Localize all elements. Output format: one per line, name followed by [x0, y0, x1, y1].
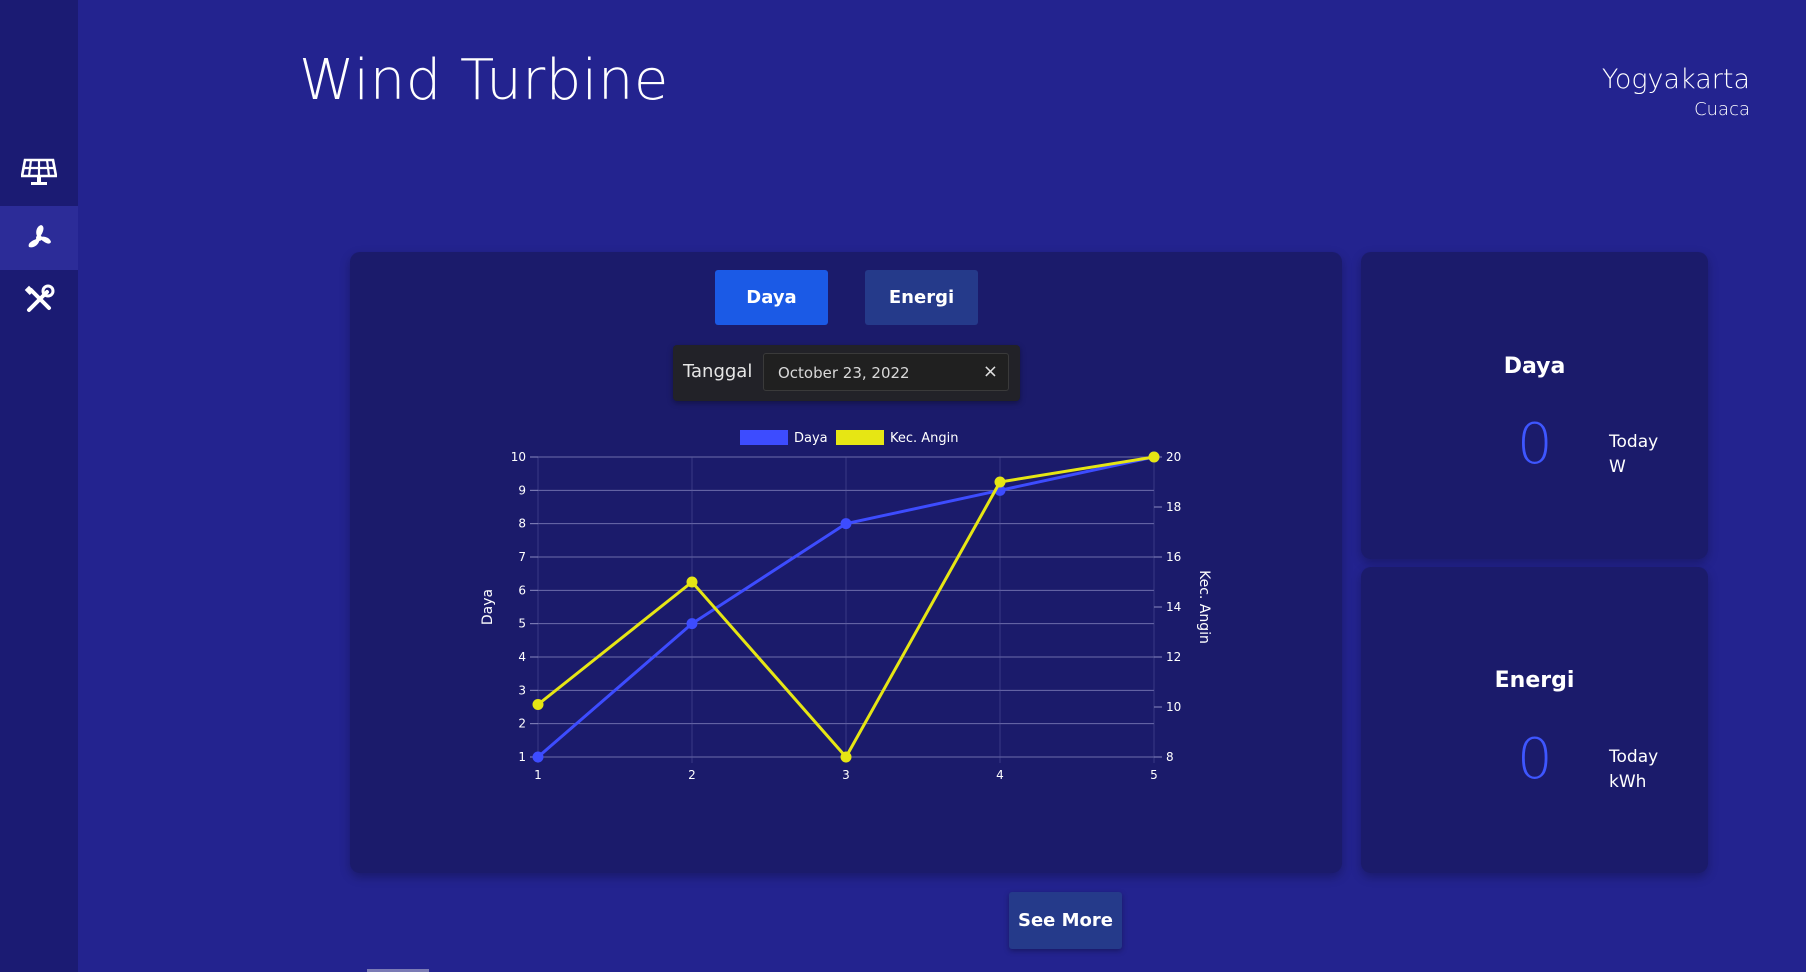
line-chart: Daya Kec. Angin 12345678910 8101214161820… — [480, 430, 1212, 782]
tab-energi[interactable]: Energi — [865, 270, 978, 325]
x-tick-label: 5 — [1150, 768, 1158, 782]
data-point — [532, 751, 544, 763]
location-city: Yogyakarta — [1601, 64, 1750, 95]
tools-icon — [24, 284, 55, 312]
y2-tick-label: 20 — [1166, 450, 1181, 464]
weather-label: Cuaca — [1694, 99, 1750, 120]
y-tick-label: 2 — [518, 717, 526, 731]
page-title: Wind Turbine — [299, 48, 669, 113]
y2-axis-label: Kec. Angin — [1196, 570, 1212, 644]
x-tick-label: 4 — [996, 768, 1004, 782]
data-point — [840, 751, 852, 763]
y2-tick-label: 12 — [1166, 650, 1181, 664]
x-tick-label: 1 — [534, 768, 542, 782]
y-tick-label: 10 — [511, 450, 526, 464]
y2-tick-label: 18 — [1166, 500, 1181, 514]
sidebar-item-solar[interactable] — [0, 140, 78, 204]
y-tick-label: 7 — [518, 550, 526, 564]
energi-value: 0 — [1517, 727, 1553, 792]
y-axis-label: Daya — [480, 589, 496, 625]
y-axis-left: 1 2 3 4 5 6 7 8 9 10 — [511, 450, 538, 764]
y2-tick-label: 10 — [1166, 700, 1181, 714]
data-point — [840, 518, 852, 530]
daya-period: Today — [1609, 432, 1659, 452]
daya-card-title: Daya — [1503, 354, 1566, 379]
location-block: Yogyakarta Cuaca — [1602, 64, 1750, 120]
daya-card: Daya 0 Today W — [1361, 252, 1708, 559]
data-point — [686, 576, 698, 588]
sidebar — [0, 0, 78, 972]
date-filter: Tanggal October 23, 2022 × — [673, 345, 1020, 401]
daya-unit: Today W — [1609, 430, 1658, 480]
date-value: October 23, 2022 — [778, 364, 910, 382]
legend-label: Kec. Angin — [890, 431, 959, 446]
energi-card: Energi 0 Today kWh — [1361, 567, 1708, 873]
y-tick-label: 6 — [518, 583, 526, 597]
y-tick-label: 3 — [518, 683, 526, 697]
wind-turbine-icon — [28, 225, 51, 248]
energi-card-title: Energi — [1494, 668, 1575, 693]
sidebar-item-wind-turbine[interactable] — [0, 206, 78, 270]
data-point — [994, 476, 1006, 488]
sidebar-item-tools[interactable] — [0, 268, 78, 332]
date-label: Tanggal — [683, 361, 753, 382]
clear-date-icon[interactable]: × — [983, 361, 998, 382]
chart-legend: Daya Kec. Angin — [740, 430, 959, 446]
data-point — [686, 618, 698, 630]
daya-value: 0 — [1517, 412, 1553, 477]
tab-daya[interactable]: Daya — [715, 270, 828, 325]
solar-panel-icon — [21, 158, 57, 185]
y-tick-label: 4 — [518, 650, 526, 664]
energi-unit-label: kWh — [1609, 772, 1647, 792]
y-tick-label: 5 — [518, 617, 526, 631]
x-axis: 1 2 3 4 5 — [534, 768, 1158, 782]
energi-period: Today — [1609, 747, 1659, 767]
legend-swatch — [836, 430, 884, 445]
y2-tick-label: 16 — [1166, 550, 1181, 564]
y-axis-right: 8 10 12 14 16 18 20 — [1154, 450, 1181, 764]
x-tick-label: 3 — [842, 768, 850, 782]
y2-tick-label: 14 — [1166, 600, 1181, 614]
date-input[interactable]: October 23, 2022 × — [763, 353, 1009, 391]
x-tick-label: 2 — [688, 768, 696, 782]
y-tick-label: 8 — [518, 517, 526, 531]
data-point — [1148, 451, 1160, 463]
y-tick-label: 1 — [518, 750, 526, 764]
y-tick-label: 9 — [518, 483, 526, 497]
daya-unit-label: W — [1609, 457, 1626, 477]
data-point — [532, 699, 544, 710]
energi-unit: Today kWh — [1609, 745, 1658, 795]
see-more-button[interactable]: See More — [1009, 892, 1122, 949]
legend-label: Daya — [794, 431, 828, 446]
y2-tick-label: 8 — [1166, 750, 1174, 764]
legend-swatch — [740, 430, 788, 445]
chart-grid — [537, 456, 1155, 763]
